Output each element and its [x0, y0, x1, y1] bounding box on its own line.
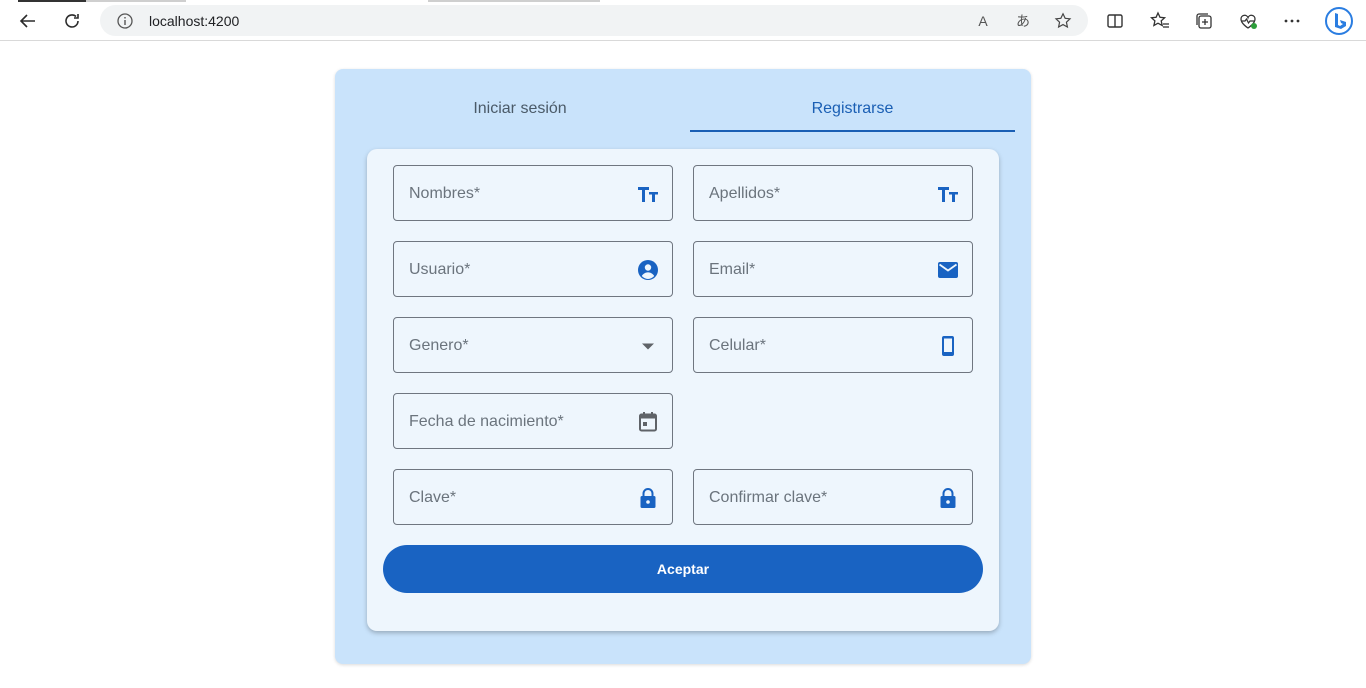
- clave-field[interactable]: Clave*: [393, 469, 673, 525]
- fecha-nacimiento-field[interactable]: Fecha de nacimiento*: [393, 393, 673, 449]
- site-info-icon[interactable]: [116, 12, 134, 30]
- aceptar-button[interactable]: Aceptar: [383, 545, 983, 593]
- favorites-icon[interactable]: [1149, 10, 1171, 32]
- apellidos-label: Apellidos*: [709, 185, 781, 202]
- tab-login-label: Iniciar sesión: [473, 100, 567, 117]
- confirmar-clave-field[interactable]: Confirmar clave*: [693, 469, 973, 525]
- tab-strip: [0, 0, 600, 2]
- lock-icon: [936, 486, 960, 510]
- browser-toolbar: localhost:4200 A あ: [0, 0, 1366, 41]
- back-arrow-icon: [19, 14, 35, 28]
- address-bar[interactable]: [100, 5, 1088, 36]
- refresh-button[interactable]: [58, 8, 86, 34]
- celular-field[interactable]: Celular*: [693, 317, 973, 373]
- lock-icon: [636, 486, 660, 510]
- more-menu-icon[interactable]: [1281, 10, 1303, 32]
- genero-label: Genero*: [409, 337, 469, 354]
- email-label: Email*: [709, 261, 756, 278]
- smartphone-icon: [936, 334, 960, 358]
- read-aloud-icon[interactable]: A: [973, 11, 993, 31]
- fecha-nacimiento-label: Fecha de nacimiento*: [409, 413, 564, 430]
- email-field[interactable]: Email*: [693, 241, 973, 297]
- calendar-icon[interactable]: [636, 410, 660, 434]
- text-fields-icon: [936, 182, 960, 206]
- dropdown-arrow-icon: [636, 334, 660, 358]
- back-button[interactable]: [14, 8, 42, 34]
- address-url[interactable]: localhost:4200: [149, 13, 239, 29]
- favorite-star-icon[interactable]: [1053, 11, 1073, 31]
- tab-login[interactable]: Iniciar sesión: [355, 89, 685, 133]
- mail-icon: [936, 258, 960, 282]
- apellidos-field[interactable]: Apellidos*: [693, 165, 973, 221]
- clave-label: Clave*: [409, 489, 457, 506]
- tab-register[interactable]: Registrarse: [690, 89, 1015, 133]
- bing-chat-icon[interactable]: [1324, 6, 1354, 36]
- read-aloud-glyph: A: [978, 13, 988, 29]
- refresh-icon: [65, 14, 79, 28]
- celular-label: Celular*: [709, 337, 766, 354]
- translate-glyph: あ: [1016, 13, 1030, 29]
- usuario-label: Usuario*: [409, 261, 471, 278]
- auth-tabs: Iniciar sesión Registrarse: [355, 89, 1015, 133]
- confirmar-clave-label: Confirmar clave*: [709, 489, 828, 506]
- browser-essentials-icon[interactable]: [1237, 10, 1259, 32]
- account-circle-icon: [636, 258, 660, 282]
- usuario-field[interactable]: Usuario*: [393, 241, 673, 297]
- translate-icon[interactable]: あ: [1013, 11, 1033, 31]
- tab-register-label: Registrarse: [811, 100, 894, 117]
- active-tab-indicator: [690, 130, 1015, 132]
- collections-icon[interactable]: [1193, 10, 1215, 32]
- nombres-label: Nombres*: [409, 185, 481, 202]
- split-screen-icon[interactable]: [1104, 10, 1126, 32]
- text-fields-icon: [636, 182, 660, 206]
- genero-select[interactable]: Genero*: [393, 317, 673, 373]
- nombres-field[interactable]: Nombres*: [393, 165, 673, 221]
